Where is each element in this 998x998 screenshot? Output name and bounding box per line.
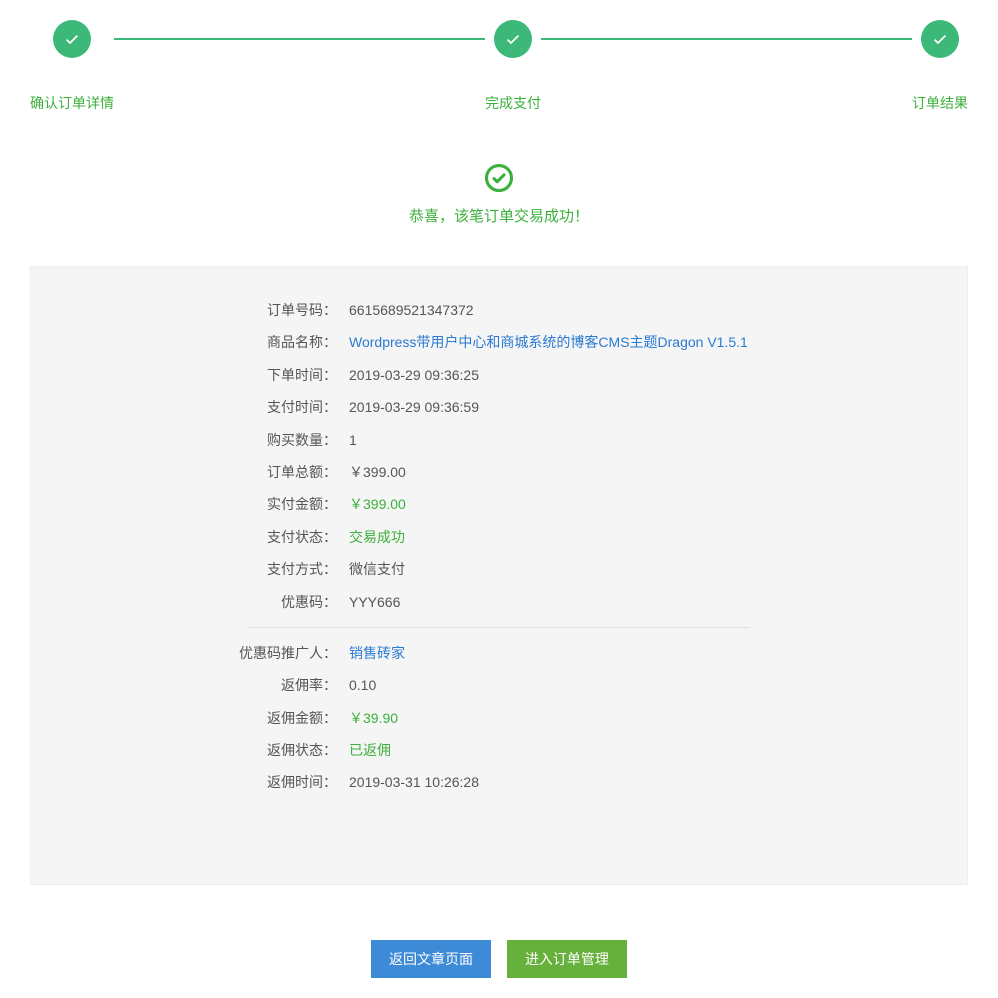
check-icon [921,20,959,58]
step-confirm: 确认订单详情 [30,20,114,113]
row-referrer: 优惠码推广人： 销售砖家 [149,642,849,664]
value: 已返佣 [349,739,849,761]
step-label: 完成支付 [485,93,541,113]
product-link[interactable]: Wordpress带用户中心和商城系统的博客CMS主题Dragon V1.5.1 [349,331,849,353]
value: 6615689521347372 [349,299,849,321]
step-connector [114,38,485,40]
label: 返佣状态： [149,739,349,761]
label: 订单号码： [149,299,349,321]
check-icon [53,20,91,58]
success-block: 恭喜，该笔订单交易成功！ [30,163,968,226]
value: 1 [349,429,849,451]
label: 支付状态： [149,526,349,548]
value: 2019-03-29 09:36:25 [349,364,849,386]
row-order-number: 订单号码： 6615689521347372 [149,299,849,321]
label: 订单总额： [149,461,349,483]
label: 实付金额： [149,493,349,515]
value: 交易成功 [349,526,849,548]
label: 优惠码： [149,591,349,613]
row-quantity: 购买数量： 1 [149,429,849,451]
label: 优惠码推广人： [149,642,349,664]
label: 返佣时间： [149,771,349,793]
referrer-link[interactable]: 销售砖家 [349,642,849,664]
row-total: 订单总额： ￥399.00 [149,461,849,483]
row-pay-status: 支付状态： 交易成功 [149,526,849,548]
step-result: 订单结果 [912,20,968,113]
row-coupon: 优惠码： YYY666 [149,591,849,613]
label: 支付时间： [149,396,349,418]
row-pay-time: 支付时间： 2019-03-29 09:36:59 [149,396,849,418]
value: 2019-03-29 09:36:59 [349,396,849,418]
row-paid: 实付金额： ￥399.00 [149,493,849,515]
row-product-name: 商品名称： Wordpress带用户中心和商城系统的博客CMS主题Dragon … [149,331,849,353]
label: 支付方式： [149,558,349,580]
back-to-article-button[interactable]: 返回文章页面 [371,940,491,978]
label: 商品名称： [149,331,349,353]
label: 下单时间： [149,364,349,386]
value: ￥399.00 [349,461,849,483]
value: ￥39.90 [349,707,849,729]
order-details-panel: 订单号码： 6615689521347372 商品名称： Wordpress带用… [30,266,968,885]
label: 返佣金额： [149,707,349,729]
label: 返佣率： [149,674,349,696]
value: ￥399.00 [349,493,849,515]
row-rebate-status: 返佣状态： 已返佣 [149,739,849,761]
value: YYY666 [349,591,849,613]
check-circle-icon [484,163,514,193]
action-bar: 返回文章页面 进入订单管理 [30,940,968,978]
order-manage-button[interactable]: 进入订单管理 [507,940,627,978]
row-rebate-rate: 返佣率： 0.10 [149,674,849,696]
check-icon [494,20,532,58]
progress-steps: 确认订单详情 完成支付 订单结果 [30,20,968,113]
success-message: 恭喜，该笔订单交易成功！ [30,205,968,226]
label: 购买数量： [149,429,349,451]
value: 微信支付 [349,558,849,580]
row-pay-method: 支付方式： 微信支付 [149,558,849,580]
step-pay: 完成支付 [485,20,541,113]
row-order-time: 下单时间： 2019-03-29 09:36:25 [149,364,849,386]
step-label: 订单结果 [912,93,968,113]
value: 0.10 [349,674,849,696]
step-label: 确认订单详情 [30,93,114,113]
value: 2019-03-31 10:26:28 [349,771,849,793]
row-rebate-time: 返佣时间： 2019-03-31 10:26:28 [149,771,849,793]
step-connector [541,38,912,40]
page-container: 确认订单详情 完成支付 订单结果 恭喜，该笔订单交易成功！ [0,0,998,998]
divider [249,627,749,628]
row-rebate-amount: 返佣金额： ￥39.90 [149,707,849,729]
